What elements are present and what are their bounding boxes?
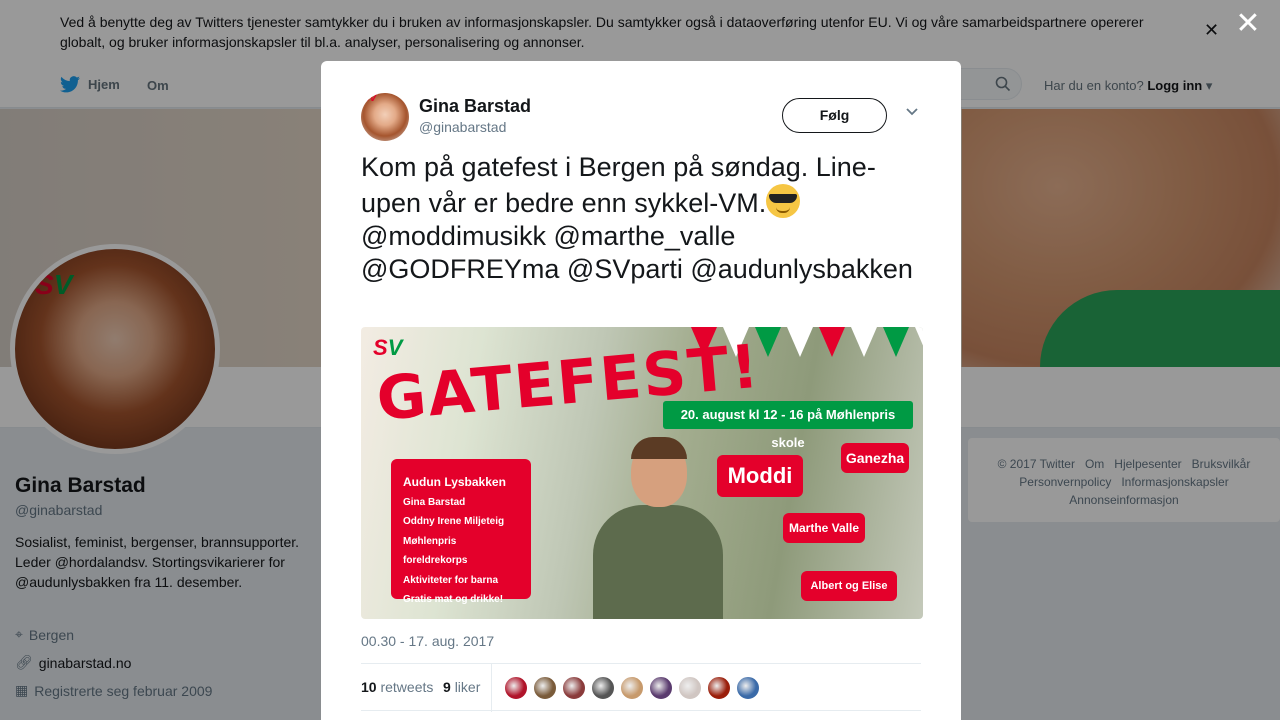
lineup-item: Gina Barstad [403, 496, 466, 508]
person-hair [631, 437, 687, 459]
close-icon[interactable]: ✕ [1234, 9, 1262, 39]
flag [851, 327, 877, 357]
tweet-mentions[interactable]: @moddimusikk @marthe_valle @GODFREYma @S… [361, 221, 913, 284]
tweet-body: Kom på gatefest i Bergen på søndag. Line… [361, 152, 876, 218]
liker-avatar[interactable] [620, 676, 644, 700]
liker-avatar[interactable] [678, 676, 702, 700]
poster-act: Albert og Elise [801, 571, 897, 601]
follow-button[interactable]: Følg [782, 98, 887, 133]
like-label: liker [454, 679, 481, 695]
flag [819, 327, 845, 357]
liker-avatar[interactable] [591, 676, 615, 700]
flag [787, 327, 813, 357]
liker-avatar[interactable] [562, 676, 586, 700]
liker-avatar[interactable] [707, 676, 731, 700]
flag [915, 327, 923, 357]
chevron-down-icon[interactable] [905, 107, 919, 117]
lineup-item: Møhlenpris foreldrekorps [403, 535, 468, 567]
person-body [593, 505, 723, 619]
lineup-item: Aktiviteter for barna [403, 574, 499, 586]
lineup-item: Audun Lysbakken [403, 475, 506, 489]
flag [883, 327, 909, 357]
sv-logo-icon: SV [373, 335, 402, 361]
sv-logo-icon: SV [363, 93, 377, 104]
poster-date: 20. august kl 12 - 16 på Møhlenpris skol… [663, 401, 913, 450]
lineup-item: Oddny Irene Miljeteig [403, 516, 505, 527]
divider [491, 664, 492, 712]
like-count[interactable]: 9 liker [443, 679, 480, 695]
tweet-image[interactable]: SV GATEFEST! 20. august kl 12 - 16 på Mø… [361, 327, 923, 619]
poster-person [593, 437, 723, 619]
liker-avatar[interactable] [504, 676, 528, 700]
tweet-modal: SV Gina Barstad @ginabarstad Følg Kom på… [321, 61, 961, 720]
sunglasses-emoji-icon [766, 184, 801, 218]
lineup-item: Gratis mat og drikke! [403, 594, 504, 605]
tweet-stats: 10 retweets 9 liker [361, 663, 921, 712]
tweet-author-name[interactable]: Gina Barstad [419, 96, 531, 117]
logo-s: S [373, 335, 388, 360]
tweet-author-avatar[interactable]: SV [361, 93, 409, 141]
retweet-count[interactable]: 10 retweets [361, 679, 433, 695]
tweet-text: Kom på gatefest i Bergen på søndag. Line… [361, 151, 921, 286]
retweet-number: 10 [361, 679, 377, 695]
liker-avatar[interactable] [533, 676, 557, 700]
liker-avatars [504, 676, 760, 700]
like-number: 9 [443, 679, 451, 695]
liker-avatar[interactable] [649, 676, 673, 700]
poster-lineup: Audun Lysbakken Gina Barstad Oddny Irene… [391, 459, 531, 605]
logo-v: V [387, 335, 403, 360]
poster-act: Moddi [717, 455, 803, 497]
liker-avatar[interactable] [736, 676, 760, 700]
tweet-author-handle[interactable]: @ginabarstad [419, 119, 506, 135]
flag [755, 327, 781, 357]
poster-act: Ganezha [841, 443, 909, 473]
poster-act: Marthe Valle [783, 513, 865, 543]
retweet-label: retweets [380, 679, 434, 695]
tweet-timestamp[interactable]: 00.30 - 17. aug. 2017 [361, 633, 494, 649]
